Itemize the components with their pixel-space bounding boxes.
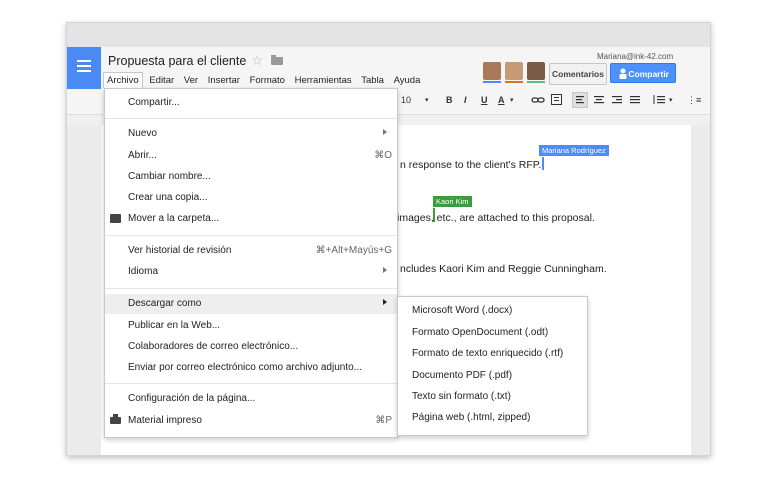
menu-divider: [105, 288, 397, 289]
menu-item-email-collaborators[interactable]: Colaboradores de correo electrónico...: [105, 337, 397, 357]
menu-item-copy[interactable]: Crear una copia...: [105, 188, 397, 208]
menu-item-open[interactable]: Abrir... ⌘O: [105, 146, 397, 166]
menu-item-label: Configuración de la página...: [128, 393, 256, 404]
download-option-pdf[interactable]: Documento PDF (.pdf): [412, 370, 512, 381]
chevron-down-icon[interactable]: ▾: [425, 96, 429, 104]
chevron-right-icon: [383, 267, 387, 273]
share-button[interactable]: Compartir: [610, 63, 676, 83]
font-size-select[interactable]: 10: [401, 95, 411, 105]
share-button-label: Compartir: [628, 69, 669, 79]
menu-item-publish[interactable]: Publicar en la Web...: [105, 316, 397, 336]
menu-item-share[interactable]: Compartir...: [105, 93, 397, 113]
menu-herramientas[interactable]: Herramientas: [292, 73, 355, 88]
collaborator-caret: [542, 157, 544, 170]
link-icon[interactable]: [531, 95, 545, 105]
avatar[interactable]: [505, 62, 523, 80]
collaborator-cursor-label: Mariana Rodríguez: [539, 145, 609, 156]
menu-item-label: Descargar como: [128, 298, 202, 309]
justify-icon[interactable]: [629, 94, 641, 106]
star-icon[interactable]: ☆: [251, 52, 264, 69]
menu-item-label: Idioma: [128, 266, 159, 277]
menu-divider: [105, 383, 397, 384]
align-left-icon: [576, 96, 584, 104]
italic-button[interactable]: I: [464, 95, 467, 105]
align-left-button[interactable]: [572, 92, 588, 108]
list-icon[interactable]: ⋮≡: [687, 95, 701, 106]
menu-item-label: Material impreso: [128, 415, 202, 426]
menu-shortcut: ⌘P: [375, 415, 392, 426]
person-icon: [619, 68, 627, 79]
menu-shortcut: ⌘O: [374, 150, 392, 161]
comment-icon[interactable]: [551, 94, 562, 105]
document-title[interactable]: Propuesta para el cliente: [108, 54, 246, 68]
text-color-button[interactable]: A: [498, 95, 505, 105]
file-menu: Compartir... Nuevo Abrir... ⌘O Cambiar no…: [104, 88, 398, 438]
folder-icon[interactable]: [271, 55, 283, 65]
collaborator-cursor-label: Kaori Kim: [433, 196, 472, 207]
menu-item-download[interactable]: Descargar como: [105, 294, 397, 314]
menu-item-label: Cambiar nombre...: [128, 171, 211, 182]
download-option-rtf[interactable]: Formato de texto enriquecido (.rtf): [412, 348, 563, 359]
menubar: Archivo Editar Ver Insertar Formato Herr…: [103, 72, 424, 88]
menu-divider: [105, 118, 397, 119]
menu-shortcut: ⌘+Alt+Mayús+G: [315, 245, 392, 256]
menu-item-label: Ver historial de revisión: [128, 245, 232, 256]
menu-item-label: Enviar por correo electrónico como archi…: [128, 362, 363, 373]
menu-item-label: Nuevo: [128, 128, 157, 139]
menu-item-label: Publicar en la Web...: [128, 320, 221, 331]
download-option-txt[interactable]: Texto sin formato (.txt): [412, 391, 511, 402]
download-option-odt[interactable]: Formato OpenDocument (.odt): [412, 327, 548, 338]
menu-item-history[interactable]: Ver historial de revisión ⌘+Alt+Mayús+G: [105, 241, 397, 261]
document-line: images, etc., are attached to this propo…: [397, 212, 595, 224]
menu-item-label: Abrir...: [128, 150, 157, 161]
menu-item-print[interactable]: Material impreso ⌘P: [105, 411, 397, 431]
folder-icon: [110, 214, 121, 223]
align-right-icon[interactable]: [611, 94, 623, 106]
comments-button[interactable]: Comentarios: [549, 63, 607, 85]
document-line: ncludes Kaori Kim and Reggie Cunningham.: [400, 263, 607, 275]
avatar[interactable]: [483, 62, 501, 80]
download-option-html[interactable]: Página web (.html, zipped): [412, 412, 530, 423]
collaborator-caret: [433, 208, 435, 222]
menu-item-new[interactable]: Nuevo: [105, 124, 397, 144]
menu-item-email-attachment[interactable]: Enviar por correo electrónico como archi…: [105, 358, 397, 378]
document-line: n response to the client's RFP.: [400, 159, 542, 171]
menu-ver[interactable]: Ver: [181, 73, 201, 88]
printer-icon: [110, 414, 121, 424]
avatar-color-bar: [527, 81, 545, 83]
download-option-docx[interactable]: Microsoft Word (.docx): [412, 305, 512, 316]
menu-editar[interactable]: Editar: [146, 73, 177, 88]
line-spacing-icon[interactable]: [652, 94, 666, 106]
menu-item-label: Colaboradores de correo electrónico...: [128, 341, 299, 352]
menu-item-label: Compartir...: [128, 97, 180, 108]
avatar-color-bar: [483, 81, 501, 83]
chevron-down-icon[interactable]: ▾: [510, 96, 514, 104]
menu-divider: [105, 235, 397, 236]
menu-ayuda[interactable]: Ayuda: [391, 73, 424, 88]
account-email[interactable]: Mariana@ink-42.com: [597, 52, 673, 61]
menu-item-label: Mover a la carpeta...: [128, 213, 220, 224]
menu-item-move[interactable]: Mover a la carpeta...: [105, 209, 397, 229]
menu-formato[interactable]: Formato: [247, 73, 288, 88]
menu-item-page-setup[interactable]: Configuración de la página...: [105, 389, 397, 409]
avatar[interactable]: [527, 62, 545, 80]
bold-button[interactable]: B: [446, 95, 453, 105]
menu-item-language[interactable]: Idioma: [105, 262, 397, 282]
docs-logo-icon[interactable]: [67, 47, 101, 89]
chevron-right-icon: [383, 129, 387, 135]
window-chrome: [67, 23, 710, 47]
download-submenu: Microsoft Word (.docx) Formato OpenDocum…: [397, 296, 588, 436]
menu-tabla[interactable]: Tabla: [358, 73, 387, 88]
align-center-icon[interactable]: [593, 94, 605, 106]
menu-insertar[interactable]: Insertar: [205, 73, 243, 88]
menu-archivo[interactable]: Archivo: [103, 72, 143, 88]
avatar-color-bar: [505, 81, 523, 83]
chevron-right-icon: [383, 299, 387, 305]
menu-item-label: Crear una copia...: [128, 192, 208, 203]
underline-button[interactable]: U: [481, 95, 488, 105]
chevron-down-icon[interactable]: ▾: [669, 96, 673, 104]
menu-item-rename[interactable]: Cambiar nombre...: [105, 167, 397, 187]
